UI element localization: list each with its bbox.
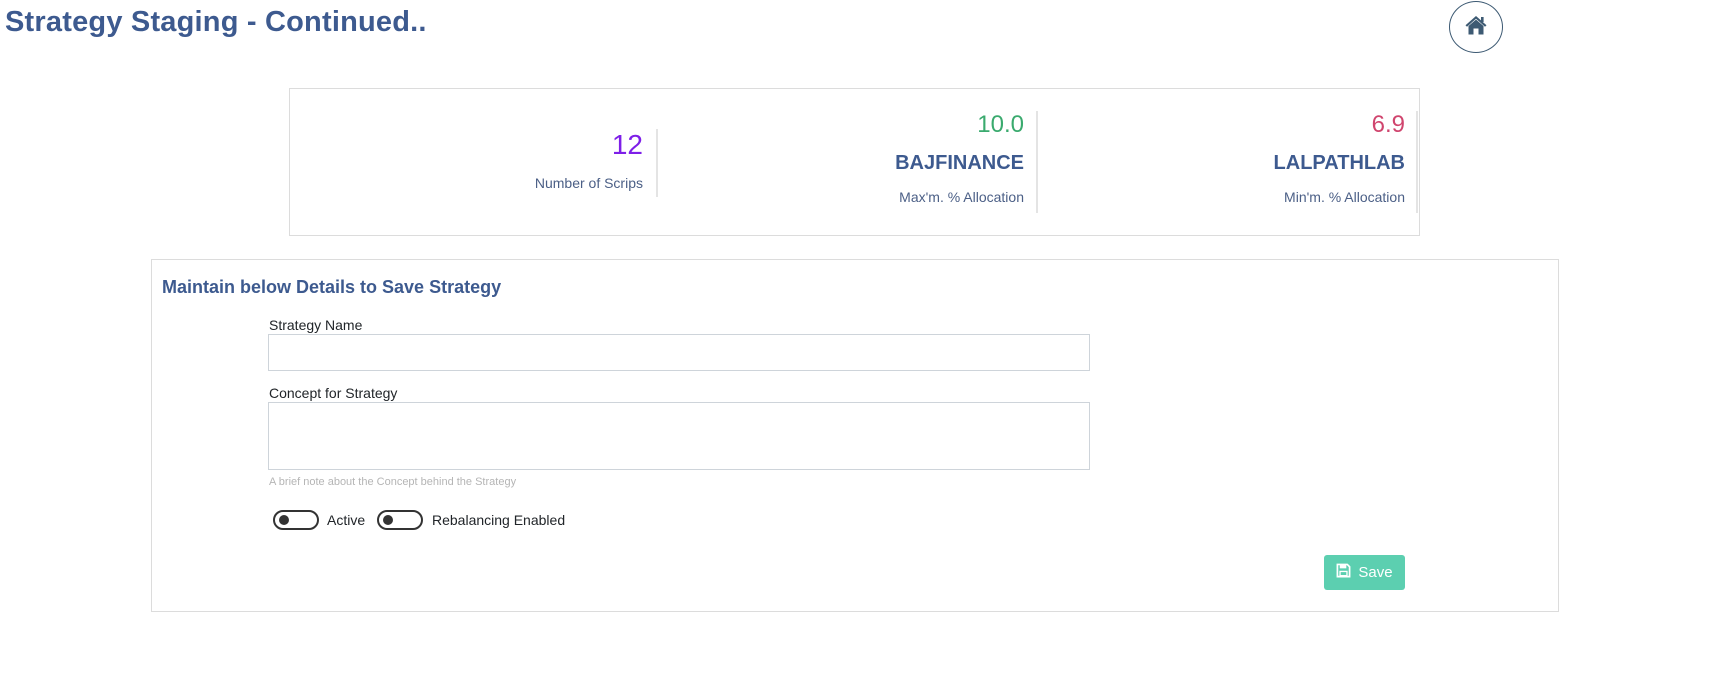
max-allocation-label: Max'm. % Allocation bbox=[899, 189, 1024, 205]
min-allocation-stat: 6.9 LALPATHLAB Min'm. % Allocation bbox=[1274, 111, 1405, 206]
strategy-name-label: Strategy Name bbox=[269, 317, 363, 333]
min-allocation-value: 6.9 bbox=[1371, 111, 1405, 138]
home-button[interactable] bbox=[1449, 1, 1503, 53]
scrips-stat: 12 Number of Scrips bbox=[535, 129, 643, 192]
active-toggle[interactable] bbox=[273, 510, 319, 530]
min-allocation-label: Min'm. % Allocation bbox=[1284, 189, 1405, 205]
save-strategy-form: Maintain below Details to Save Strategy … bbox=[151, 259, 1559, 612]
scrips-count: 12 bbox=[611, 129, 643, 160]
form-heading: Maintain below Details to Save Strategy bbox=[162, 277, 502, 297]
floppy-disk-icon bbox=[1336, 563, 1351, 582]
save-button-label: Save bbox=[1358, 564, 1393, 581]
active-label: Active bbox=[327, 512, 366, 528]
max-allocation-stat: 10.0 BAJFINANCE Max'm. % Allocation bbox=[895, 111, 1024, 206]
stat-divider bbox=[1036, 111, 1038, 213]
max-allocation-symbol: BAJFINANCE bbox=[895, 152, 1024, 174]
max-allocation-value: 10.0 bbox=[977, 111, 1024, 138]
home-icon bbox=[1464, 14, 1488, 41]
strategy-name-input[interactable] bbox=[268, 334, 1090, 371]
toggle-knob bbox=[279, 515, 289, 525]
stat-divider bbox=[656, 129, 658, 197]
stat-divider bbox=[1416, 111, 1418, 213]
rebalancing-toggle[interactable] bbox=[377, 510, 423, 530]
page-title: Strategy Staging - Continued.. bbox=[5, 6, 427, 38]
toggle-knob bbox=[383, 515, 393, 525]
min-allocation-symbol: LALPATHLAB bbox=[1273, 152, 1405, 174]
concept-label: Concept for Strategy bbox=[269, 385, 398, 401]
scrips-label: Number of Scrips bbox=[534, 175, 643, 191]
allocation-summary-card: 12 Number of Scrips 10.0 BAJFINANCE Max'… bbox=[289, 88, 1420, 236]
save-button[interactable]: Save bbox=[1324, 555, 1405, 590]
concept-textarea[interactable] bbox=[268, 402, 1090, 470]
rebalancing-label: Rebalancing Enabled bbox=[432, 512, 566, 528]
concept-help-text: A brief note about the Concept behind th… bbox=[269, 476, 517, 488]
